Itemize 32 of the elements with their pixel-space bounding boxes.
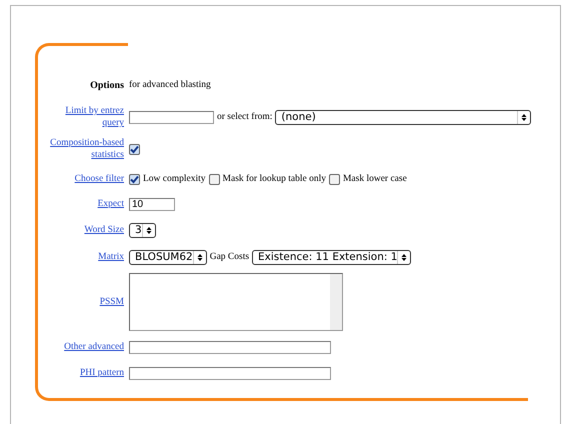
field-label-link[interactable]: PHI pattern — [42, 367, 124, 379]
text-field[interactable] — [129, 340, 331, 354]
field-label-link[interactable]: Other advanced — [42, 341, 124, 353]
field-label-link[interactable]: Composition-based statistics — [42, 137, 124, 161]
dropdown[interactable]: Existence: 11 Extension: 1 — [252, 250, 412, 264]
field-label-link[interactable]: PSSM — [42, 296, 124, 308]
checkbox[interactable] — [328, 174, 340, 184]
gap-costs-label: Gap Costs — [210, 252, 250, 262]
filter-option-label: Low complexity — [143, 174, 206, 184]
checkbox[interactable] — [129, 174, 140, 184]
scrollbar — [330, 274, 342, 330]
field-label-link[interactable]: Choose filter — [42, 173, 124, 185]
text-field[interactable] — [129, 366, 331, 380]
entrez-query-field[interactable] — [129, 110, 214, 124]
checkbox[interactable] — [129, 144, 140, 154]
pssm-textarea[interactable] — [129, 273, 343, 331]
filter-option-label: Mask for lookup table only — [222, 174, 326, 184]
dropdown[interactable]: (none) — [275, 110, 532, 124]
checkbox[interactable] — [208, 174, 220, 184]
checkmark-icon — [130, 144, 139, 154]
dropdown[interactable]: BLOSUM62 — [129, 250, 207, 264]
field-label-link[interactable]: Expect — [42, 198, 124, 210]
expect-field[interactable]: 10 — [129, 198, 175, 210]
field-label-link[interactable]: Matrix — [42, 251, 124, 263]
or-select-text: or select from: — [217, 112, 272, 122]
filter-option-label: Mask lower case — [342, 174, 407, 184]
dropdown[interactable]: 3 — [129, 222, 156, 238]
options-subtitle: for advanced blasting — [129, 80, 211, 90]
options-title: Options — [90, 80, 124, 90]
field-label-link[interactable]: Word Size — [42, 224, 124, 236]
checkmark-icon — [130, 174, 139, 184]
field-label-link[interactable]: Limit by entrez query — [42, 105, 124, 129]
